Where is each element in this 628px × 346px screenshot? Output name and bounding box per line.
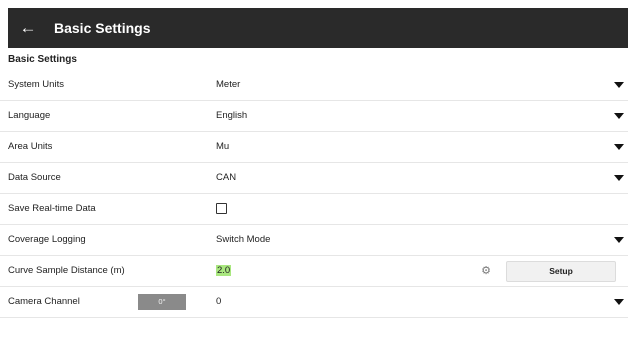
dropdown-caret-icon[interactable]	[614, 82, 624, 88]
setting-label: Language	[8, 110, 51, 121]
setting-label: Camera Channel	[8, 296, 80, 307]
setting-coverage-logging[interactable]: Coverage Logging Switch Mode	[0, 225, 628, 256]
setting-value[interactable]: Mu	[216, 132, 229, 162]
settings-list: System Units Meter Language English Area…	[0, 70, 628, 318]
top-app-bar: ← Basic Settings	[8, 8, 628, 48]
setting-value[interactable]: CAN	[216, 163, 236, 193]
setting-language[interactable]: Language English	[0, 101, 628, 132]
setting-area-units[interactable]: Area Units Mu	[0, 132, 628, 163]
dropdown-caret-icon[interactable]	[614, 144, 624, 150]
setting-label: Curve Sample Distance (m)	[8, 265, 125, 276]
setting-label: Save Real-time Data	[8, 203, 96, 214]
setting-camera-channel[interactable]: Camera Channel 0° 0	[0, 287, 628, 318]
dropdown-caret-icon[interactable]	[614, 299, 624, 305]
dropdown-caret-icon[interactable]	[614, 175, 624, 181]
setting-value[interactable]: English	[216, 101, 247, 131]
dropdown-caret-icon[interactable]	[614, 237, 624, 243]
save-realtime-checkbox[interactable]	[216, 203, 227, 214]
page-title: Basic Settings	[54, 20, 151, 36]
setting-curve-sample-distance[interactable]: Curve Sample Distance (m) 2.0 ⚙ Setup	[0, 256, 628, 287]
distance-input[interactable]: 2.0	[216, 265, 232, 276]
setting-label: Data Source	[8, 172, 61, 183]
setting-label: Area Units	[8, 141, 53, 152]
setting-value[interactable]: Switch Mode	[216, 225, 270, 255]
setting-label: Coverage Logging	[8, 234, 86, 245]
setting-value[interactable]: Meter	[216, 70, 240, 100]
setting-label: System Units	[8, 79, 64, 90]
setup-button[interactable]: Setup	[506, 261, 616, 282]
arrow-left-icon[interactable]: ←	[8, 8, 48, 48]
gear-icon[interactable]: ⚙	[480, 265, 492, 277]
setting-system-units[interactable]: System Units Meter	[0, 70, 628, 101]
setting-data-source[interactable]: Data Source CAN	[0, 163, 628, 194]
setting-save-realtime-data[interactable]: Save Real-time Data	[0, 194, 628, 225]
dropdown-caret-icon[interactable]	[614, 113, 624, 119]
setting-value[interactable]: 0	[216, 287, 221, 317]
section-title: Basic Settings	[8, 54, 77, 65]
camera-angle-button[interactable]: 0°	[138, 294, 186, 310]
